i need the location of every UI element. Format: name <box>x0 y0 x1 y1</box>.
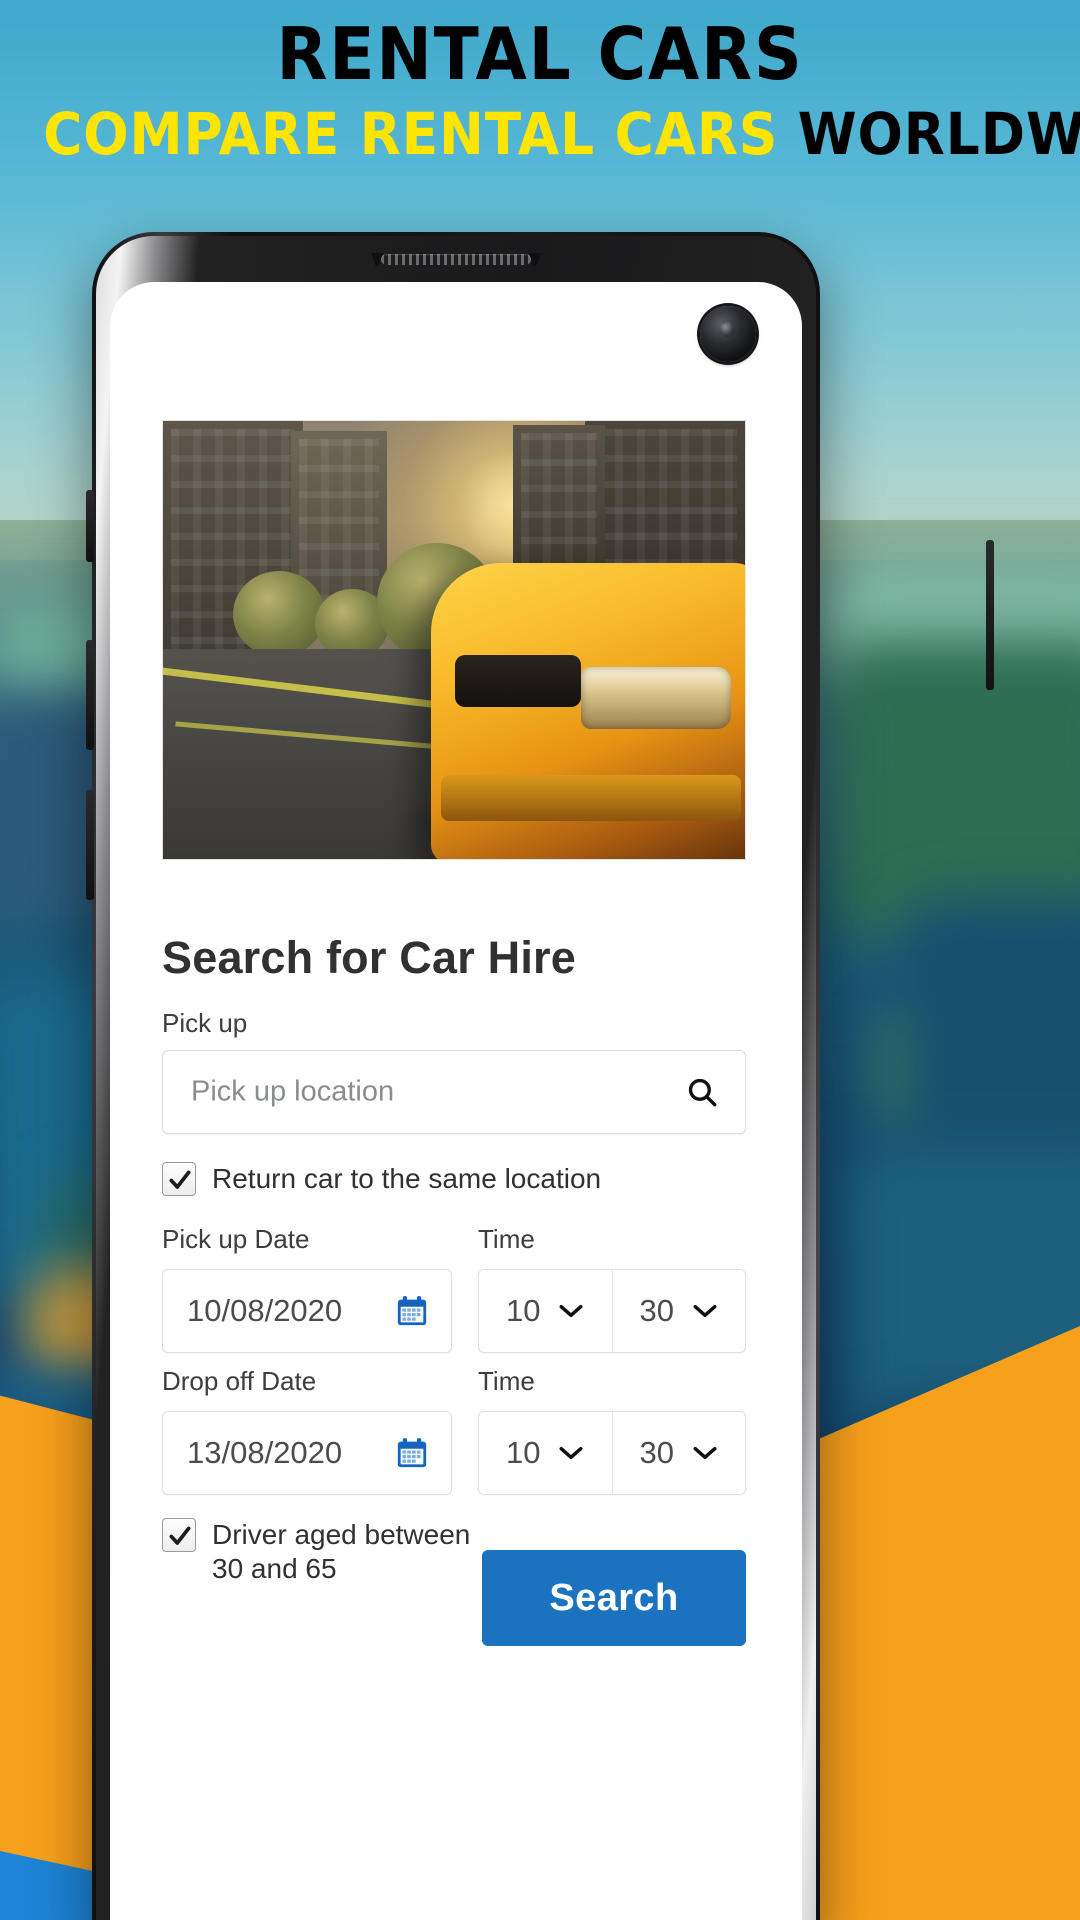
dropoff-minute-value: 30 <box>639 1435 674 1470</box>
pickup-hour-value: 10 <box>506 1293 541 1328</box>
search-button[interactable]: Search <box>482 1550 746 1646</box>
chevron-down-icon <box>692 1445 718 1461</box>
headline-rest: WORLDWIDE <box>797 99 1080 168</box>
phone-mockup: Search for Car Hire Pick up Pick up loca… <box>92 232 820 1920</box>
front-camera-icon <box>700 306 756 362</box>
dropoff-datetime-row: Drop off Date 13/08/2020 Time 10 30 <box>162 1366 746 1495</box>
phone-volume-up-button[interactable] <box>86 490 94 562</box>
phone-power-button[interactable] <box>986 540 994 690</box>
chevron-down-icon <box>692 1303 718 1319</box>
page-title: Search for Car Hire <box>162 932 576 983</box>
taxi-grille <box>455 655 581 707</box>
earpiece-speaker-icon <box>381 254 531 265</box>
pickup-datetime-row: Pick up Date 10/08/2020 Time 10 30 <box>162 1224 746 1353</box>
pickup-label: Pick up <box>162 1008 248 1038</box>
calendar-icon[interactable] <box>395 1436 429 1470</box>
taxi-bumper <box>441 775 741 821</box>
pickup-date-value: 10/08/2020 <box>187 1293 343 1328</box>
dropoff-hour-select[interactable]: 10 <box>479 1412 612 1494</box>
rental-car-app: Search for Car Hire Pick up Pick up loca… <box>110 282 802 1920</box>
same-location-label: Return car to the same location <box>212 1163 602 1194</box>
chevron-down-icon <box>558 1303 584 1319</box>
search-icon[interactable] <box>685 1075 719 1109</box>
calendar-glyph <box>397 1438 427 1468</box>
pickup-minute-select[interactable]: 30 <box>611 1270 746 1352</box>
dropoff-hour-value: 10 <box>506 1435 541 1470</box>
phone-screen: Search for Car Hire Pick up Pick up loca… <box>110 282 802 1920</box>
pickup-time-input: 10 30 <box>478 1269 746 1353</box>
calendar-glyph <box>397 1296 427 1326</box>
pickup-date-group: Pick up Date 10/08/2020 <box>162 1224 452 1353</box>
calendar-icon[interactable] <box>395 1294 429 1328</box>
headline-line-2: COMPARE RENTAL CARS WORLDWIDE <box>43 99 1080 168</box>
checkmark-icon <box>169 1526 191 1545</box>
same-location-checkbox[interactable] <box>162 1162 196 1197</box>
phone-volume-down-button[interactable] <box>86 640 94 750</box>
chevron-down-icon <box>558 1445 584 1461</box>
dropoff-minute-select[interactable]: 30 <box>611 1412 746 1494</box>
driver-age-checkbox[interactable] <box>162 1518 196 1552</box>
dropoff-date-label: Drop off Date <box>162 1366 317 1396</box>
phone-bixby-button[interactable] <box>86 790 94 900</box>
pickup-date-input[interactable]: 10/08/2020 <box>162 1269 452 1353</box>
bg-blob <box>830 640 1080 940</box>
pickup-hour-select[interactable]: 10 <box>479 1270 612 1352</box>
same-location-checkbox-row[interactable]: Return car to the same location <box>162 1162 602 1197</box>
dropoff-time-label: Time <box>478 1366 535 1396</box>
pickup-location-input[interactable]: Pick up location <box>162 1050 746 1134</box>
dropoff-date-input[interactable]: 13/08/2020 <box>162 1411 452 1495</box>
pickup-date-label: Pick up Date <box>162 1224 310 1254</box>
headline-highlight: COMPARE RENTAL CARS <box>43 99 779 168</box>
dropoff-time-input: 10 30 <box>478 1411 746 1495</box>
hero-image <box>162 420 746 860</box>
pickup-location-placeholder: Pick up location <box>191 1075 395 1108</box>
street-tree <box>233 571 325 657</box>
pickup-minute-value: 30 <box>639 1293 674 1328</box>
pickup-time-group: Time 10 30 <box>478 1224 746 1353</box>
dropoff-date-group: Drop off Date 13/08/2020 <box>162 1366 452 1495</box>
headline-line-1: RENTAL CARS <box>276 12 804 96</box>
poster-headline: RENTAL CARS COMPARE RENTAL CARS WORLDWID… <box>0 14 1080 167</box>
foreground-taxi <box>431 563 745 859</box>
dropoff-time-group: Time 10 30 <box>478 1366 746 1495</box>
taxi-headlight <box>581 667 731 729</box>
checkmark-icon <box>169 1170 191 1189</box>
pickup-time-label: Time <box>478 1224 535 1254</box>
phone-frame: Search for Car Hire Pick up Pick up loca… <box>96 236 816 1920</box>
driver-age-checkbox-row[interactable]: Driver aged between 30 and 65 <box>162 1518 492 1586</box>
dropoff-date-value: 13/08/2020 <box>187 1435 343 1470</box>
driver-age-label: Driver aged between 30 and 65 <box>212 1519 471 1585</box>
